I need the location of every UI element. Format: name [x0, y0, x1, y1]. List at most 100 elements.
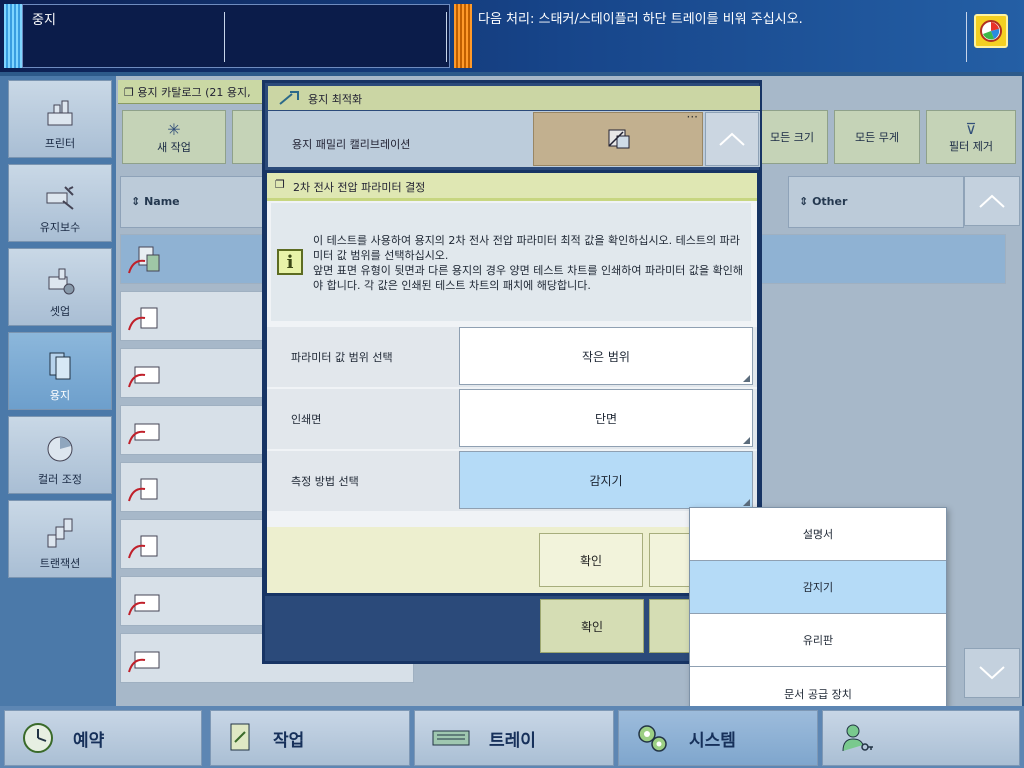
nav-jobs[interactable]: 작업 [210, 710, 410, 766]
nav-trays[interactable]: 트레이 [414, 710, 614, 766]
nav-label: 작업 [273, 730, 305, 751]
catalog-title: 용지 카탈로그 (21 용지, [137, 86, 251, 99]
transaction-icon [47, 518, 73, 548]
nav-label: 유지보수 [39, 221, 81, 234]
dialog-title: 용지 최적화 [308, 93, 363, 106]
nav-label: 트랜잭션 [39, 557, 81, 570]
printer-status-text: 중지 [32, 13, 56, 28]
media-row-icon [128, 307, 158, 331]
user-key-icon [842, 724, 873, 752]
all-weights-label: 모든 무게 [855, 131, 899, 144]
wrench-icon [279, 91, 299, 105]
confirm-button[interactable]: 확인 [539, 533, 643, 587]
parameter-range-select[interactable]: 작은 범위 [459, 327, 753, 385]
measurement-method-dropdown: 설명서 감지기 유리판 문서 공급 장치 [689, 507, 947, 720]
sort-icon: ⇕ [799, 195, 809, 208]
setup-icon [48, 268, 75, 295]
print-side-select[interactable]: 단면 [459, 389, 753, 447]
dropdown-option-sensor[interactable]: 감지기 [690, 561, 946, 614]
color-adjust-icon [47, 436, 73, 462]
system-gears-icon [638, 725, 667, 752]
media-row-icon [128, 651, 160, 673]
status-stripe-blue [4, 4, 22, 68]
field-label: 파라미터 값 범위 선택 [291, 351, 393, 364]
nav-label: 예약 [73, 730, 105, 751]
tray-icon [432, 730, 470, 746]
filter-remove-icon: ⊽ [965, 120, 977, 138]
top-status-bar: 중지 다음 처리: 스태커/스테이플러 하단 트레이를 비워 주십시오. [0, 0, 1024, 72]
dropdown-corner-icon [743, 375, 750, 382]
clear-filter-label: 필터 제거 [949, 140, 993, 153]
left-navigation: 프린터 유지보수 셋업 용지 컬러 조정 트랜잭션 [0, 76, 116, 706]
color-wheel-icon[interactable] [974, 14, 1008, 48]
measurement-method-row: 측정 방법 선택 감지기 [267, 451, 757, 511]
all-weights-button[interactable]: 모든 무게 [834, 110, 920, 164]
all-sizes-label: 모든 크기 [770, 131, 814, 144]
chevron-up-icon [979, 194, 1005, 208]
nav-transaction[interactable]: 트랜잭션 [8, 500, 112, 578]
scroll-down-button[interactable] [964, 648, 1020, 698]
next-action-message: 다음 처리: 스태커/스테이플러 하단 트레이를 비워 주십시오. [478, 12, 803, 27]
media-row-icon [128, 423, 160, 445]
nav-setup[interactable]: 셋업 [8, 248, 112, 326]
all-sizes-button[interactable]: 모든 크기 [756, 110, 828, 164]
confirm-button[interactable]: 확인 [540, 599, 644, 653]
new-job-label: 새 작업 [157, 140, 191, 154]
media-row-icon [128, 246, 160, 274]
nav-media[interactable]: 용지 [8, 332, 112, 410]
calibration-label: 용지 패밀리 캘리브레이션 [292, 138, 411, 151]
nav-maintenance[interactable]: 유지보수 [8, 164, 112, 242]
column-other-label: Other [812, 195, 848, 208]
nav-label: 용지 [49, 389, 71, 402]
printer-status-panel[interactable] [22, 4, 450, 68]
info-icon: i [277, 249, 303, 275]
info-text: 이 테스트를 사용하여 용지의 2차 전사 전압 파라미터 최적 값을 확인하십… [313, 233, 749, 293]
dropdown-option-manual[interactable]: 설명서 [690, 508, 946, 561]
media-row-icon [128, 366, 160, 388]
nav-user-access[interactable] [822, 710, 1020, 766]
nav-schedule[interactable]: 예약 [4, 710, 202, 766]
new-star-icon: ✳ [167, 119, 181, 139]
toolbar-button[interactable] [232, 110, 266, 164]
column-header-other[interactable]: ⇕ Other [788, 176, 964, 228]
transfer-voltage-dialog: ❐ 2차 전사 전압 파라미터 결정 i 이 테스트를 사용하여 용지의 2차 … [264, 170, 760, 596]
calibration-row: 용지 패밀리 캘리브레이션 ··· [268, 110, 760, 167]
calibration-icon [608, 129, 630, 149]
nav-label: 시스템 [689, 730, 736, 751]
dialog-header: ❐ 2차 전사 전압 파라미터 결정 [267, 173, 757, 201]
clear-filter-button[interactable]: ⊽ 필터 제거 [926, 110, 1016, 164]
media-row-icon [128, 594, 160, 616]
calibration-button[interactable]: ··· [533, 110, 703, 166]
nav-printer[interactable]: 프린터 [8, 80, 112, 158]
field-value: 작은 범위 [582, 349, 630, 364]
nav-label: 프린터 [44, 137, 76, 150]
nav-color-adjust[interactable]: 컬러 조정 [8, 416, 112, 494]
nav-label: 셋업 [49, 305, 71, 318]
field-value: 감지기 [589, 473, 623, 488]
divider [446, 12, 447, 62]
copy-icon: ❐ [124, 86, 134, 99]
dialog-title: 2차 전사 전압 파라미터 결정 [293, 181, 426, 194]
info-line: 이 테스트를 사용하여 용지의 2차 전사 전압 파라미터 최적 값을 확인하십… [313, 234, 740, 262]
media-row-icon [128, 535, 158, 559]
scroll-up-button[interactable] [964, 176, 1020, 226]
dropdown-option-glass[interactable]: 유리판 [690, 614, 946, 667]
column-header-name[interactable]: ⇕ Name [120, 176, 264, 228]
dropdown-corner-icon [743, 437, 750, 444]
dropdown-corner-icon [743, 499, 750, 506]
new-job-button[interactable]: ✳ 새 작업 [122, 110, 226, 164]
nav-label: 트레이 [489, 730, 536, 751]
printer-icon [47, 100, 73, 126]
parameter-range-row: 파라미터 값 범위 선택 작은 범위 [267, 327, 757, 387]
message-stripe-orange [454, 4, 472, 68]
chevron-down-icon [979, 666, 1005, 680]
info-box: i 이 테스트를 사용하여 용지의 2차 전사 전압 파라미터 최적 값을 확인… [271, 203, 751, 321]
scroll-up-button[interactable] [705, 112, 759, 166]
bottom-navigation: 예약 작업 트레이 시스템 [0, 706, 1024, 768]
more-icon: ··· [686, 110, 698, 124]
field-label: 측정 방법 선택 [291, 475, 359, 488]
print-side-row: 인쇄면 단면 [267, 389, 757, 449]
column-name-label: Name [144, 195, 180, 208]
nav-system[interactable]: 시스템 [618, 710, 818, 766]
measurement-method-select[interactable]: 감지기 [459, 451, 753, 509]
